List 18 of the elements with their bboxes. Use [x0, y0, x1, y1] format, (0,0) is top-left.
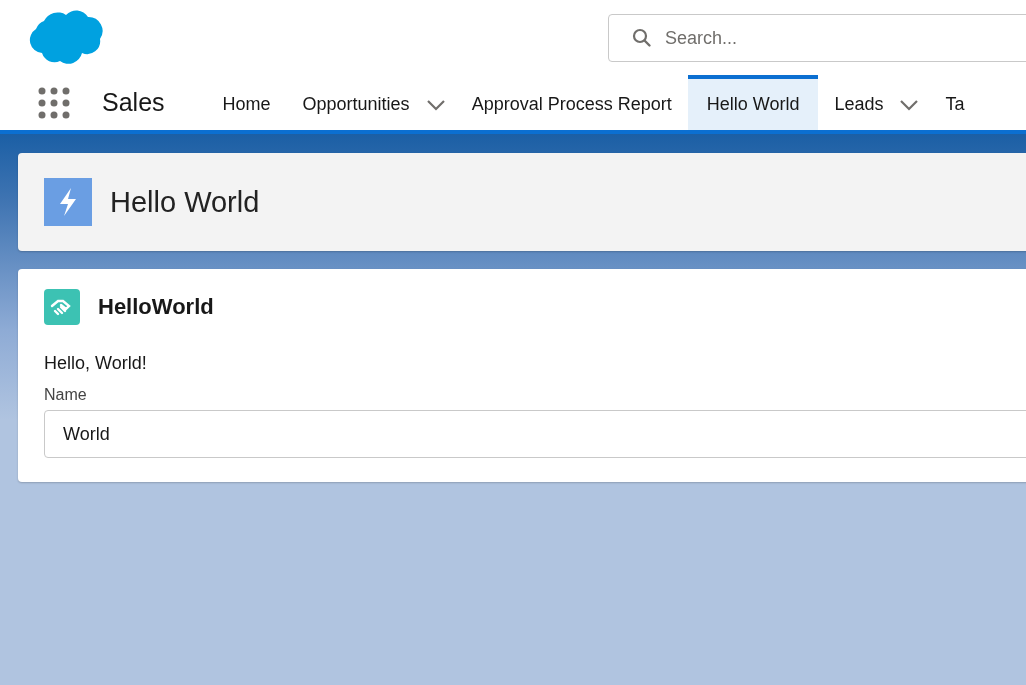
name-input[interactable]: World [44, 410, 1026, 458]
chevron-down-icon[interactable] [425, 98, 446, 111]
nav-tab[interactable]: Ta [929, 75, 981, 130]
app-name: Sales [102, 88, 165, 117]
nav-tab[interactable]: Hello World [687, 75, 819, 130]
greeting-text: Hello, World! [44, 353, 147, 374]
app-launcher-icon[interactable] [38, 86, 70, 119]
chevron-down-icon[interactable] [899, 98, 920, 111]
nav-tab[interactable]: Opportunities [286, 75, 426, 130]
nav-tab[interactable]: Leads [818, 75, 900, 130]
lightning-icon [44, 178, 92, 226]
nav-tab[interactable]: Approval Process Report [455, 75, 688, 130]
nav-tab[interactable]: Home [206, 75, 287, 130]
field-label: Name [44, 386, 87, 404]
page-title: Hello World [110, 185, 260, 219]
card-title: HelloWorld [98, 294, 214, 320]
search-field[interactable]: Search... [608, 14, 1026, 62]
handshake-icon [44, 289, 80, 325]
